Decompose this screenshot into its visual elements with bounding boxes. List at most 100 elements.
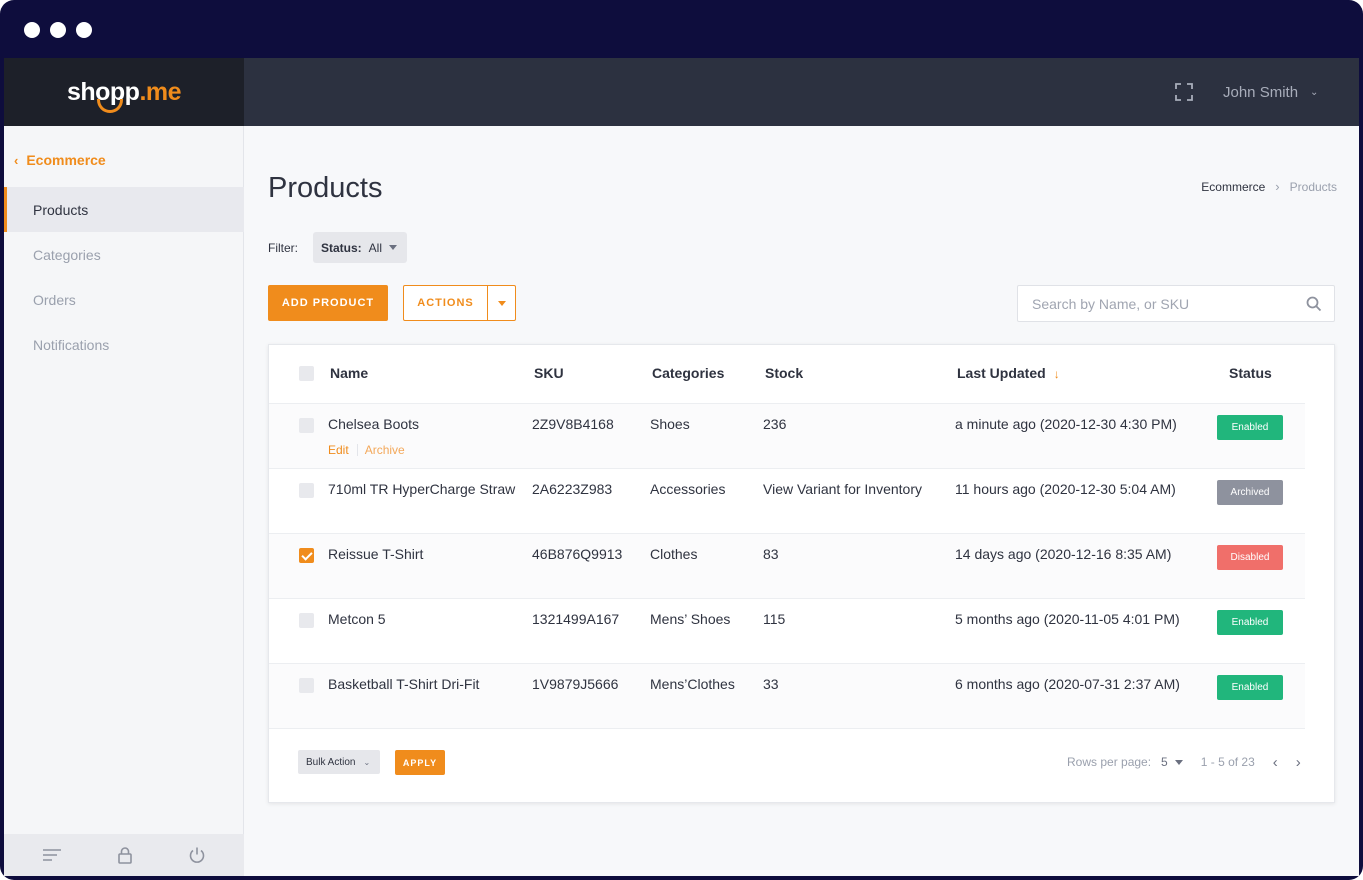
product-name[interactable]: Chelsea Boots [328,416,419,432]
sidebar-item-label: Orders [33,291,76,308]
table-row[interactable]: 710ml TR HyperCharge Straw 2A6223Z983 Ac… [269,469,1305,534]
column-header-categories[interactable]: Categories [652,365,724,381]
next-page-icon[interactable]: › [1296,754,1301,771]
caret-down-icon[interactable] [1174,759,1183,765]
sidebar-back-link[interactable]: ‹ Ecommerce [14,152,106,168]
product-last-updated: 14 days ago (2020-12-16 8:35 AM) [955,546,1172,562]
chevron-down-icon: ⌄ [1310,86,1319,98]
menu-lines-icon[interactable] [42,848,62,862]
previous-page-icon[interactable]: ‹ [1273,754,1278,771]
search-box [1017,285,1335,322]
top-bar: shopp.me John Smith ⌄ [4,58,1359,126]
actions-button[interactable]: ACTIONS [404,286,488,320]
product-category: Shoes [650,416,690,432]
actions-dropdown-toggle[interactable] [488,286,515,320]
breadcrumb-item-products: Products [1289,179,1337,194]
bulk-action-dropdown[interactable]: Bulk Action ⌄ [298,750,380,774]
status-badge: Enabled [1217,675,1283,700]
row-checkbox[interactable] [299,613,314,628]
row-checkbox[interactable] [299,548,314,563]
row-checkbox[interactable] [299,483,314,498]
bulk-action-label: Bulk Action [306,756,356,768]
status-filter-value: All [368,240,383,255]
product-stock[interactable]: View Variant for Inventory [763,481,922,497]
status-badge: Archived [1217,480,1283,505]
sidebar-item-products[interactable]: Products [4,187,244,232]
window-dot-1[interactable] [24,22,40,38]
product-name[interactable]: 710ml TR HyperCharge Straw [328,481,515,497]
caret-down-icon [497,300,506,306]
column-header-stock[interactable]: Stock [765,365,803,381]
user-name: John Smith [1223,83,1299,101]
row-checkbox[interactable] [299,678,314,693]
table-row[interactable]: Reissue T-Shirt 46B876Q9913 Clothes 83 1… [269,534,1305,599]
product-category: Mens’Clothes [650,676,735,692]
table-row[interactable]: Metcon 5 1321499A167 Mens’ Shoes 115 5 m… [269,599,1305,664]
products-table: Name SKU Categories Stock Last Updated ↓ … [268,344,1335,803]
sidebar-item-label: Notifications [33,336,110,353]
sort-arrow-down-icon[interactable]: ↓ [1054,367,1060,381]
chevron-right-icon: › [1275,179,1280,194]
fullscreen-icon[interactable] [1174,82,1194,102]
table-row[interactable]: Basketball T-Shirt Dri-Fit 1V9879J5666 M… [269,664,1305,729]
page-range: 1 - 5 of 23 [1200,755,1255,769]
table-footer: Bulk Action ⌄ APPLY Rows per page: 5 1 -… [269,734,1336,804]
search-input[interactable] [1032,295,1306,312]
status-filter-dropdown[interactable]: Status: All [313,232,408,263]
column-header-last-updated[interactable]: Last Updated ↓ [957,365,1060,381]
sidebar-item-label: Categories [33,246,101,263]
brand-smile-mark [96,98,123,113]
sidebar-item-categories[interactable]: Categories [4,232,244,277]
product-sku: 2Z9V8B4168 [532,416,614,432]
chevron-down-icon: ⌄ [363,757,371,767]
brand-logo: shopp.me [67,79,182,113]
breadcrumb: Ecommerce › Products [1201,179,1337,194]
sidebar-item-label: Products [33,201,89,218]
rows-per-page-label: Rows per page: [1067,755,1152,769]
row-checkbox[interactable] [299,418,314,433]
product-last-updated: a minute ago (2020-12-30 4:30 PM) [955,416,1177,432]
row-actions: Edit Archive [328,443,405,457]
edit-link[interactable]: Edit [328,443,349,457]
caret-down-icon [389,245,398,250]
archive-link[interactable]: Archive [365,443,405,457]
column-header-name[interactable]: Name [330,365,368,381]
status-badge: Enabled [1217,415,1283,440]
product-stock: 83 [763,546,779,562]
product-last-updated: 6 months ago (2020-07-31 2:37 AM) [955,676,1180,692]
window-dot-2[interactable] [50,22,66,38]
window-controls [24,22,92,38]
window-dot-3[interactable] [76,22,92,38]
rows-per-page-select[interactable]: 5 [1161,755,1168,769]
actions-button-group: ACTIONS [403,285,516,321]
breadcrumb-item-ecommerce[interactable]: Ecommerce [1201,180,1265,194]
sidebar-item-notifications[interactable]: Notifications [4,322,244,367]
column-header-sku[interactable]: SKU [534,365,564,381]
search-icon[interactable] [1306,296,1322,312]
sidebar: ‹ Ecommerce Products Categories Orders N… [4,126,244,876]
row-actions-divider [356,444,358,456]
lock-icon[interactable] [117,846,133,864]
product-stock: 115 [763,611,786,627]
add-product-button[interactable]: ADD PRODUCT [268,285,388,321]
product-name[interactable]: Basketball T-Shirt Dri-Fit [328,676,479,692]
product-name[interactable]: Metcon 5 [328,611,386,627]
select-all-checkbox[interactable] [299,366,314,381]
product-stock: 236 [763,416,787,432]
product-sku: 46B876Q9913 [532,546,623,562]
product-stock: 33 [763,676,779,692]
pagination: Rows per page: 5 1 - 5 of 23 ‹ › [1067,752,1301,772]
column-header-status[interactable]: Status [1229,365,1272,381]
page-title: Products [268,172,383,204]
status-filter-key: Status: [321,240,362,255]
sidebar-item-orders[interactable]: Orders [4,277,244,322]
logo-area[interactable]: shopp.me [4,58,244,126]
apply-button[interactable]: APPLY [395,750,445,775]
power-icon[interactable] [188,846,206,864]
chevron-left-icon: ‹ [14,152,19,168]
user-menu[interactable]: John Smith ⌄ [1223,80,1318,104]
product-name[interactable]: Reissue T-Shirt [328,546,423,562]
table-row[interactable]: Chelsea Boots 2Z9V8B4168 Shoes 236 a min… [269,404,1305,469]
column-header-last-updated-label: Last Updated [957,365,1046,381]
product-last-updated: 11 hours ago (2020-12-30 5:04 AM) [955,481,1176,497]
